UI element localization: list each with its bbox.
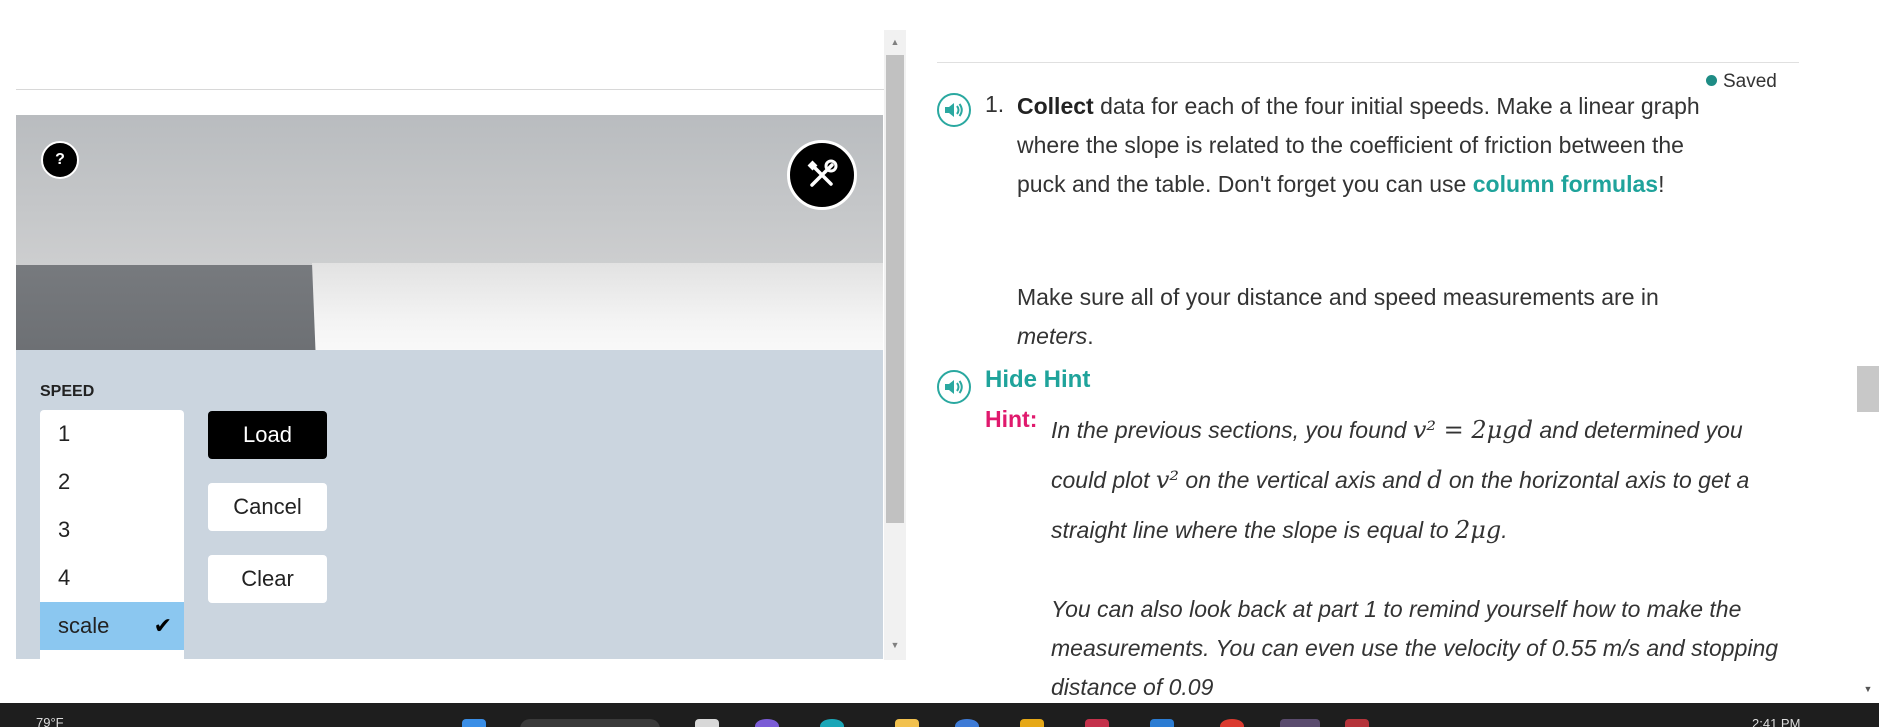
hint-part: .	[1501, 517, 1508, 543]
question-bold-lead: Collect	[1017, 93, 1094, 119]
speed-option-scale[interactable]: scale ✔	[40, 602, 184, 650]
load-button[interactable]: Load	[208, 411, 327, 459]
video-frame	[16, 115, 883, 350]
question-end: !	[1658, 171, 1665, 197]
edge-icon[interactable]	[820, 719, 844, 727]
note-text: Make sure all of your distance and speed…	[1017, 284, 1659, 310]
speaker-icon[interactable]	[937, 370, 971, 404]
speaker-glyph-icon	[945, 380, 963, 394]
simulation-panel: ? SPEED 1 2 3 4 scale ✔ Load Cancel Clea…	[0, 0, 910, 660]
help-button[interactable]: ?	[41, 141, 79, 179]
question-text: Collect data for each of the four initia…	[1017, 87, 1717, 204]
math-expression: 2μg	[1455, 516, 1502, 544]
speed-option-1[interactable]: 1	[40, 410, 184, 458]
tools-button[interactable]	[787, 140, 857, 210]
weather-widget[interactable]: 79°F	[36, 715, 64, 727]
status-dot-icon	[1706, 75, 1717, 86]
divider	[937, 62, 1799, 63]
speed-label: SPEED	[40, 383, 95, 400]
app-icon[interactable]	[895, 719, 919, 727]
app-icon[interactable]	[955, 719, 979, 727]
column-formulas-link[interactable]: column formulas	[1473, 171, 1658, 197]
white-surface	[312, 263, 883, 350]
checkmark-icon: ✔	[153, 613, 172, 638]
speed-list[interactable]: 1 2 3 4 scale ✔	[40, 410, 184, 660]
left-scrollbar-thumb[interactable]	[886, 55, 904, 523]
saved-label: Saved	[1723, 71, 1777, 92]
start-icon[interactable]	[462, 719, 486, 727]
search-box[interactable]	[520, 719, 660, 727]
note-end: .	[1087, 323, 1094, 349]
hint-part: In the previous sections, you found	[1051, 417, 1413, 443]
taskbar: 79°F 2:41 PM	[0, 703, 1879, 727]
clock[interactable]: 2:41 PM	[1752, 716, 1800, 727]
mail-icon[interactable]	[1085, 719, 1109, 727]
page-scrollbar-thumb[interactable]	[1857, 366, 1879, 412]
hint-paragraph: You can also look back at part 1 to remi…	[1051, 596, 1779, 700]
file-explorer-icon[interactable]	[1020, 719, 1044, 727]
chat-icon[interactable]	[755, 719, 779, 727]
speed-option-3[interactable]: 3	[40, 506, 184, 554]
app-icon[interactable]	[1280, 719, 1320, 727]
task-view-icon[interactable]	[695, 719, 719, 727]
app-icon[interactable]	[1150, 719, 1174, 727]
speed-option-2[interactable]: 2	[40, 458, 184, 506]
note-italic: meters	[1017, 323, 1088, 349]
math-expression: d	[1427, 466, 1443, 494]
question-number: 1.	[985, 91, 1005, 117]
speed-option-4[interactable]: 4	[40, 554, 184, 602]
hint-label: Hint:	[985, 406, 1038, 432]
scroll-up-icon[interactable]: ▲	[884, 37, 906, 47]
table-surface	[16, 265, 316, 350]
question-note: Make sure all of your distance and speed…	[1017, 278, 1717, 356]
hint-part: on the vertical axis and	[1179, 467, 1428, 493]
chrome-icon[interactable]	[1220, 719, 1244, 727]
speed-option-label: scale	[58, 613, 110, 638]
cancel-button[interactable]: Cancel	[208, 483, 327, 531]
speaker-icon[interactable]	[937, 93, 971, 127]
hint-text: In the previous sections, you found v² =…	[1051, 405, 1796, 555]
scroll-down-icon[interactable]: ▼	[1857, 684, 1879, 694]
math-expression: v² = 2μgd	[1412, 416, 1533, 444]
speaker-glyph-icon	[945, 103, 963, 117]
clear-button[interactable]: Clear	[208, 555, 327, 603]
math-expression: v²	[1155, 466, 1180, 494]
divider	[16, 89, 884, 90]
scroll-down-icon[interactable]: ▼	[884, 640, 906, 650]
tools-icon	[807, 159, 838, 187]
calendar-icon[interactable]	[1345, 719, 1369, 727]
hide-hint-button[interactable]: Hide Hint	[985, 366, 1090, 394]
